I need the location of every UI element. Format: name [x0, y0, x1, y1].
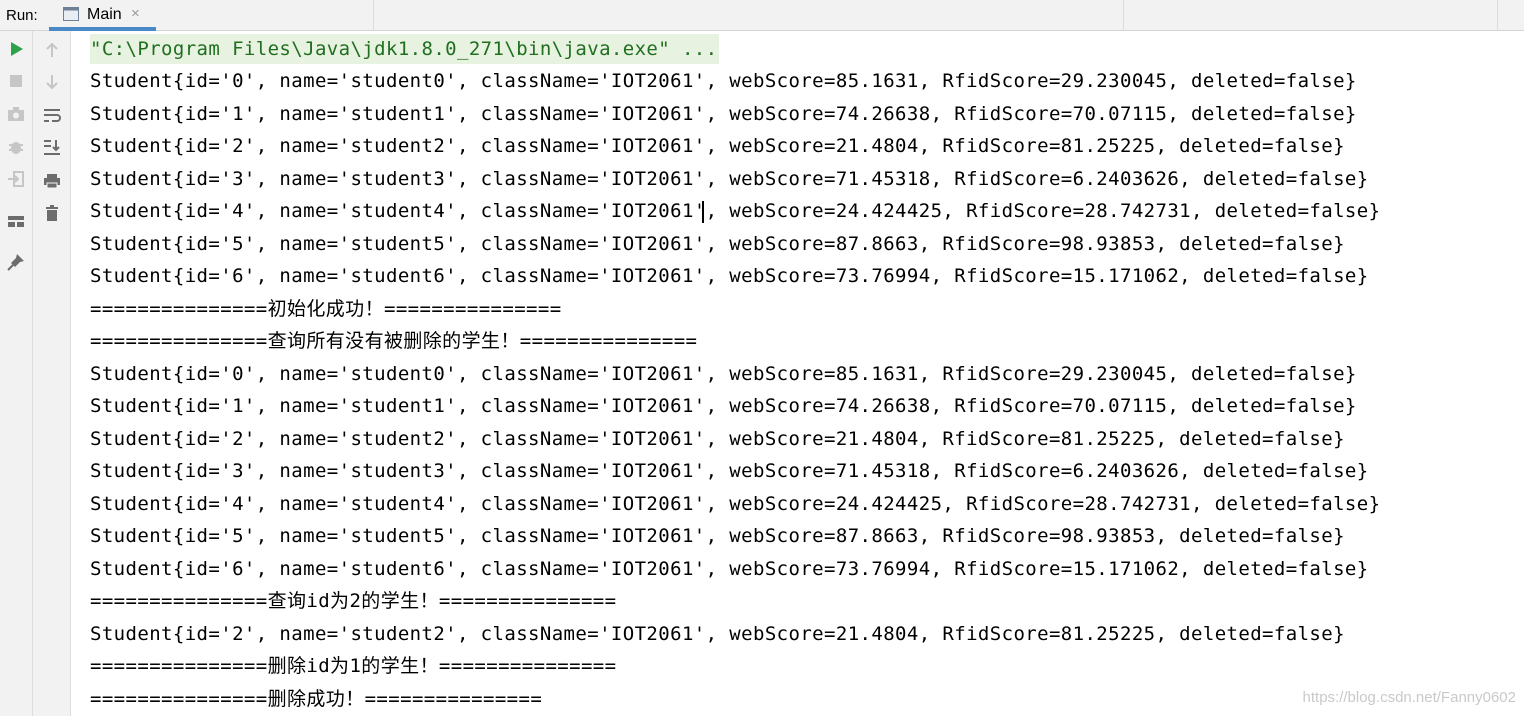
close-icon[interactable]: × — [131, 5, 140, 22]
print-icon[interactable] — [42, 171, 62, 191]
header-divider — [373, 0, 374, 31]
console-line: ===============删除id为1的学生！=============== — [90, 655, 617, 677]
stop-icon[interactable] — [6, 71, 26, 91]
console-line: ===============删除成功！=============== — [90, 688, 543, 710]
exit-login-icon[interactable] — [6, 169, 26, 189]
console-line: Student{id='1', name='student1', classNa… — [90, 395, 1357, 417]
console-output[interactable]: "C:\Program Files\Java\jdk1.8.0_271\bin\… — [71, 31, 1524, 716]
console-line: Student{id='1', name='student1', classNa… — [90, 103, 1357, 125]
run-label: Run: — [6, 7, 38, 24]
console-line: Student{id='4', name='student4', classNa… — [90, 493, 1381, 515]
console-window-icon — [63, 7, 79, 21]
scroll-to-end-icon[interactable] — [42, 137, 62, 157]
console-line: Student{id='6', name='student6', classNa… — [90, 265, 1369, 287]
console-toolbar — [33, 31, 71, 716]
console-line: Student{id='5', name='student5', classNa… — [90, 233, 1345, 255]
console-line-command: "C:\Program Files\Java\jdk1.8.0_271\bin\… — [90, 34, 720, 64]
text-cursor — [702, 201, 704, 223]
layout-icon[interactable] — [6, 211, 26, 231]
tab-main-label: Main — [87, 6, 122, 23]
trash-icon[interactable] — [42, 203, 62, 223]
debugger-icon[interactable] — [6, 137, 26, 157]
console-line: Student{id='3', name='student3', classNa… — [90, 168, 1369, 190]
console-line: Student{id='2', name='student2', classNa… — [90, 623, 1345, 645]
console-line: ===============查询id为2的学生！=============== — [90, 590, 617, 612]
console-line: Student{id='6', name='student6', classNa… — [90, 558, 1369, 580]
console-line: Student{id='2', name='student2', classNa… — [90, 135, 1345, 157]
header-divider — [1497, 0, 1498, 31]
arrow-up-icon[interactable] — [42, 40, 62, 60]
rerun-play-icon[interactable] — [6, 39, 26, 59]
console-line: ===============初始化成功！=============== — [90, 298, 562, 320]
pin-icon[interactable] — [6, 252, 26, 272]
console-line: Student{id='4', name='student4', classNa… — [90, 200, 1381, 222]
camera-icon[interactable] — [6, 104, 26, 124]
header-divider — [1123, 0, 1124, 31]
tab-main[interactable]: Main × — [49, 0, 156, 31]
run-tool-window-header: Run: Main × — [0, 0, 1524, 31]
console-line: Student{id='0', name='student0', classNa… — [90, 363, 1357, 385]
console-line: Student{id='3', name='student3', classNa… — [90, 460, 1369, 482]
console-line: ===============查询所有没有被删除的学生！============… — [90, 330, 698, 352]
console-line: Student{id='5', name='student5', classNa… — [90, 525, 1345, 547]
watermark: https://blog.csdn.net/Fanny0602 — [1302, 689, 1516, 706]
soft-wrap-icon[interactable] — [42, 105, 62, 125]
console-line: Student{id='0', name='student0', classNa… — [90, 70, 1357, 92]
arrow-down-icon[interactable] — [42, 72, 62, 92]
run-toolbar — [0, 31, 33, 716]
console-line: Student{id='2', name='student2', classNa… — [90, 428, 1345, 450]
